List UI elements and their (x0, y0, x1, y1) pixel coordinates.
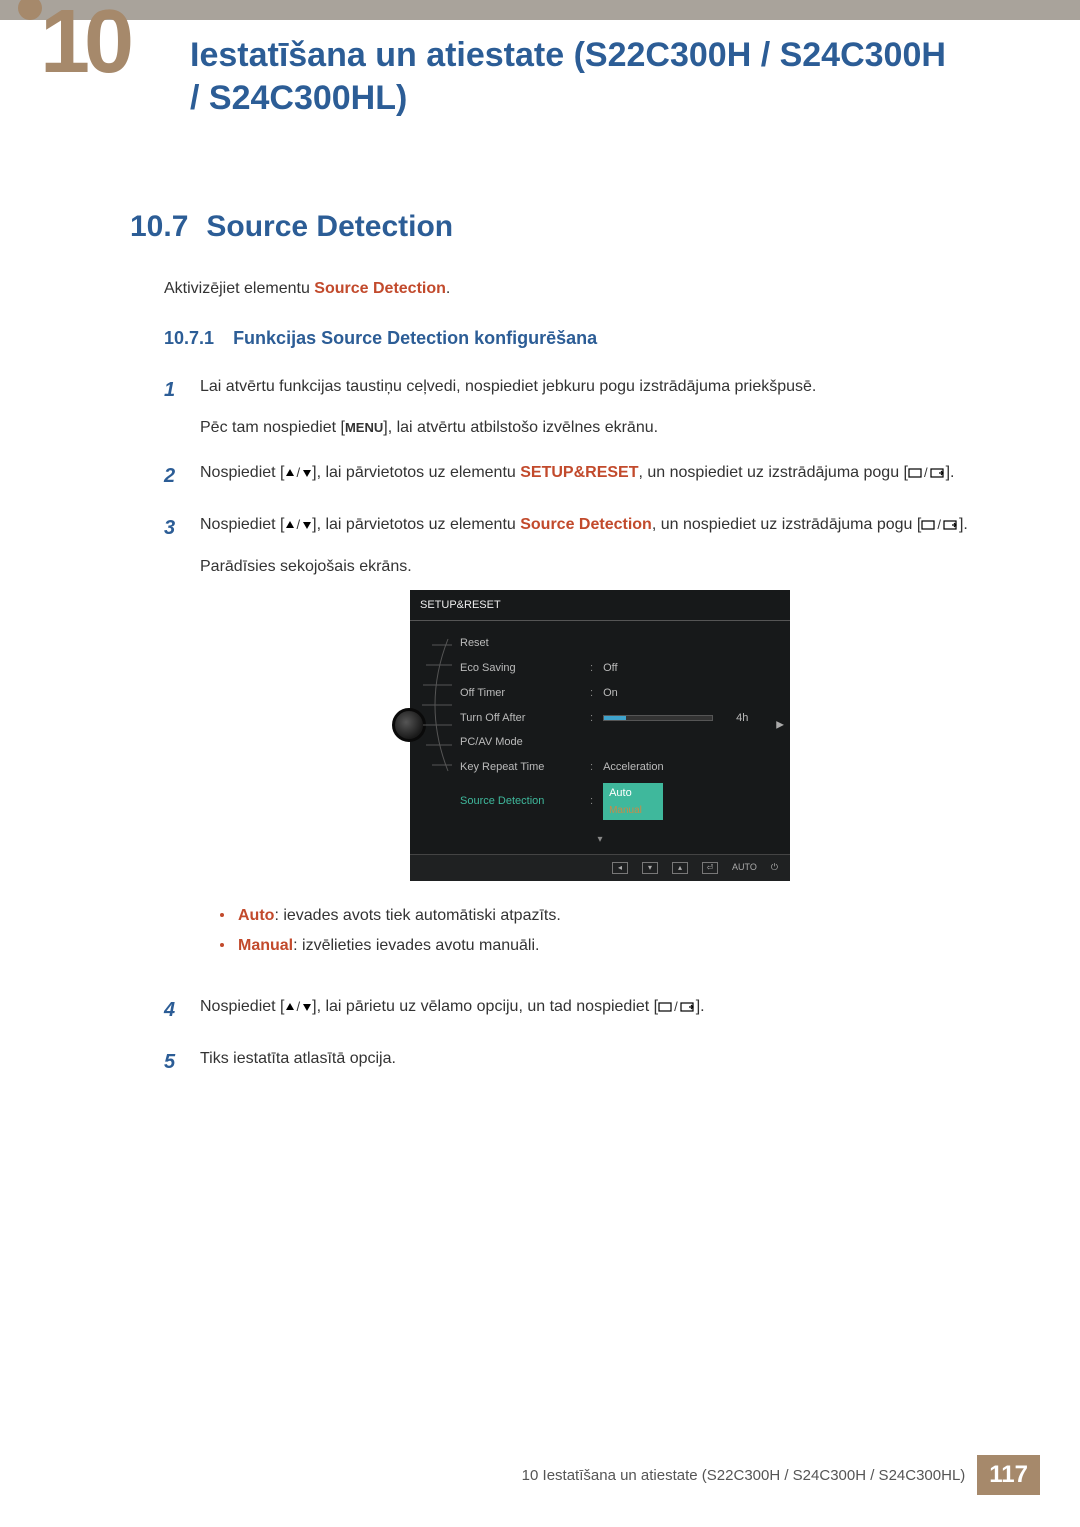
osd-screenshot: SETUP&RESET (410, 590, 790, 881)
top-gray-bar (0, 0, 1080, 20)
section-intro: Aktivizējiet elementu Source Detection. (164, 280, 1000, 298)
section-number: 10.7 (130, 210, 188, 244)
arc-guide-icon (420, 635, 452, 775)
osd-row-reset: Reset (460, 631, 772, 656)
step3-followup: Parādīsies sekojošais ekrāns. (200, 553, 1000, 580)
step-4: 4 Nospiediet [/], lai pārietu uz vēlamo … (164, 993, 1000, 1027)
power-icon: ⏻ (771, 860, 778, 875)
osd-row-pcav: PC/AV Mode (460, 730, 772, 755)
osd-dropdown: Auto Manual (603, 783, 663, 821)
up-down-arrows-icon: / (285, 462, 313, 484)
up-down-arrows-icon: / (285, 996, 313, 1018)
page-number: 117 (977, 1455, 1040, 1495)
nav-left-icon: ◂ (612, 862, 628, 874)
step1-line1: Lai atvērtu funkcijas taustiņu ceļvedi, … (200, 373, 1000, 400)
step-number: 2 (164, 459, 184, 493)
enter-icon: ⏎ (702, 862, 718, 874)
chapter-number-badge: 10 (40, 6, 128, 78)
option-bullets: Auto: ievades avots tiek automātiski atp… (220, 901, 1000, 962)
bullet-auto: Auto: ievades avots tiek automātiski atp… (220, 901, 1000, 931)
osd-row-eco: Eco Saving:Off (460, 656, 772, 681)
chapter-number: 10 (40, 0, 128, 92)
step-number: 4 (164, 993, 184, 1027)
intro-prefix: Aktivizējiet elementu (164, 280, 314, 297)
intro-suffix: . (446, 280, 450, 297)
dial-icon (392, 708, 426, 742)
menu-glyph-icon: MENU (345, 417, 383, 439)
subsection-number: 10.7.1 (164, 328, 214, 348)
chevron-right-icon: ▶ (776, 717, 784, 734)
step-3: 3 Nospiediet [/], lai pārvietotos uz ele… (164, 511, 1000, 975)
subsection-header: 10.7.1 Funkcijas Source Detection konfig… (164, 328, 1000, 349)
section-title: Source Detection (206, 210, 453, 244)
osd-row-turnoff: Turn Off After: 4h (460, 706, 772, 731)
subsection-title: Funkcijas Source Detection konfigurēšana (233, 328, 597, 348)
screen-enter-icon: / (658, 996, 696, 1018)
section-header: 10.7 Source Detection (130, 210, 1000, 244)
osd-row-source: Source Detection: Auto Manual (460, 780, 772, 824)
nav-up-icon: ▴ (672, 862, 688, 874)
footer-text: 10 Iestatīšana un atiestate (S22C300H / … (522, 1467, 966, 1484)
intro-highlight: Source Detection (314, 280, 446, 297)
step-number: 1 (164, 373, 184, 441)
bullet-manual: Manual: izvēlieties ievades avotu manuāl… (220, 931, 1000, 961)
step-2: 2 Nospiediet [/], lai pārvietotos uz ele… (164, 459, 1000, 493)
chevron-down-icon: ▾ (410, 829, 790, 854)
step5-text: Tiks iestatīta atlasītā opcija. (200, 1045, 1000, 1079)
osd-title: SETUP&RESET (410, 590, 790, 622)
screen-enter-icon: / (921, 514, 959, 536)
osd-footer: ◂ ▾ ▴ ⏎ AUTO ⏻ (410, 854, 790, 880)
osd-row-keyrepeat: Key Repeat Time:Acceleration (460, 755, 772, 780)
slider-icon (603, 715, 713, 721)
step1-line2: Pēc tam nospiediet [MENU], lai atvērtu a… (200, 414, 1000, 441)
osd-row-offtimer: Off Timer:On (460, 681, 772, 706)
step-number: 3 (164, 511, 184, 975)
step-5: 5 Tiks iestatīta atlasītā opcija. (164, 1045, 1000, 1079)
step-1: 1 Lai atvērtu funkcijas taustiņu ceļvedi… (164, 373, 1000, 441)
screen-enter-icon: / (908, 462, 946, 484)
page-title: Iestatīšana un atiestate (S22C300H / S24… (190, 34, 950, 119)
step-number: 5 (164, 1045, 184, 1079)
up-down-arrows-icon: / (285, 514, 313, 536)
nav-down-icon: ▾ (642, 862, 658, 874)
page-footer: 10 Iestatīšana un atiestate (S22C300H / … (522, 1455, 1040, 1495)
osd-auto-label: AUTO (732, 860, 757, 875)
